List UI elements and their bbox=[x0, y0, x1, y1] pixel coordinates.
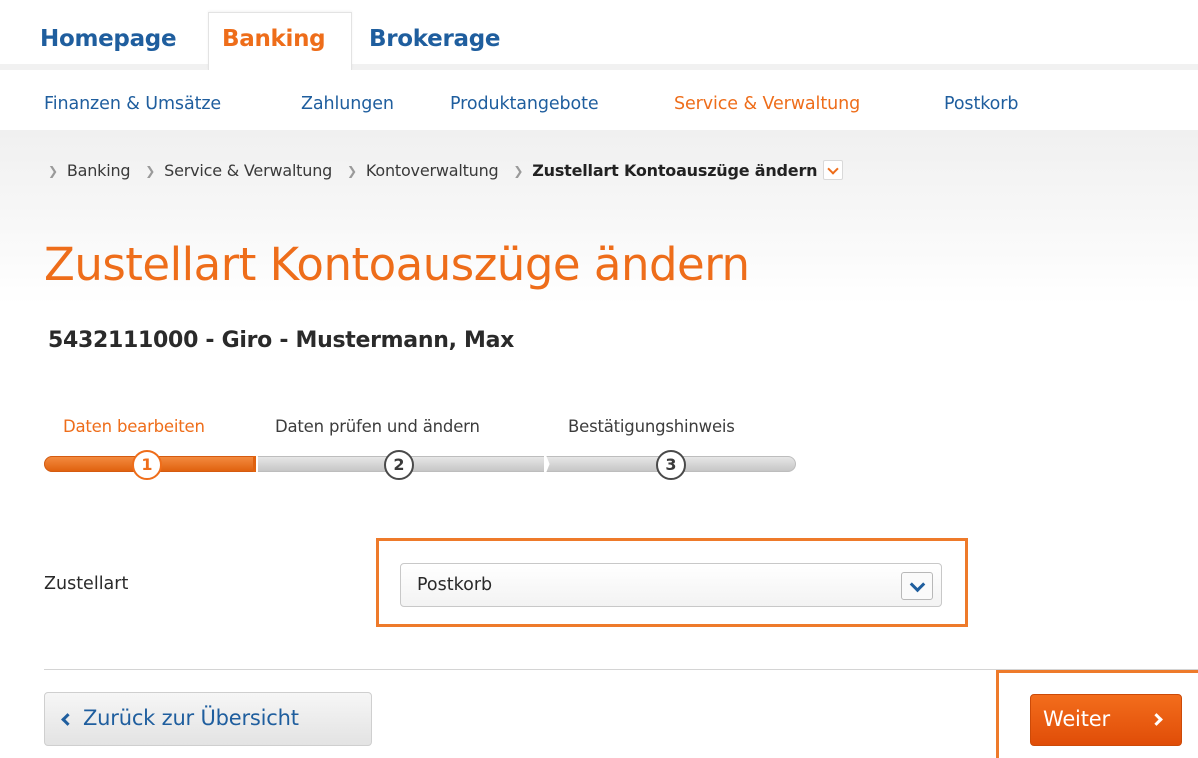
subnav-finanzen-umsaetze[interactable]: Finanzen & Umsätze bbox=[44, 94, 221, 114]
breadcrumb-separator-icon: ❯ bbox=[48, 164, 58, 178]
breadcrumb-item-banking[interactable]: Banking bbox=[67, 161, 131, 180]
step-1-label: Daten bearbeiten bbox=[63, 417, 205, 436]
step-2-label: Daten prüfen und ändern bbox=[275, 417, 480, 436]
breadcrumb-separator-icon: ❯ bbox=[347, 164, 357, 178]
subnav-postkorb[interactable]: Postkorb bbox=[944, 94, 1018, 114]
step-3-circle: 3 bbox=[656, 450, 686, 480]
step-3-label: Bestätigungshinweis bbox=[568, 417, 735, 436]
breadcrumb-item-kontoverwaltung[interactable]: Kontoverwaltung bbox=[366, 161, 499, 180]
subnav-service-verwaltung[interactable]: Service & Verwaltung bbox=[674, 94, 860, 114]
zustellart-selected-value: Postkorb bbox=[417, 575, 493, 595]
back-to-overview-button[interactable]: Zurück zur Übersicht bbox=[44, 692, 372, 746]
breadcrumb-separator-icon: ❯ bbox=[145, 164, 156, 178]
account-info: 5432111000 - Giro - Mustermann, Max bbox=[48, 328, 515, 353]
breadcrumb-item-service-verwaltung[interactable]: Service & Verwaltung bbox=[164, 161, 332, 180]
zustellart-label: Zustellart bbox=[44, 574, 129, 594]
tab-banking[interactable]: Banking bbox=[222, 26, 326, 52]
step-1-circle: 1 bbox=[132, 450, 162, 480]
chevron-right-icon bbox=[1150, 713, 1163, 726]
back-button-label: Zurück zur Übersicht bbox=[83, 706, 299, 730]
tab-homepage[interactable]: Homepage bbox=[40, 26, 177, 52]
chevron-down-icon[interactable] bbox=[823, 160, 844, 180]
tab-brokerage[interactable]: Brokerage bbox=[369, 26, 500, 52]
breadcrumb-separator-icon: ❯ bbox=[513, 164, 524, 178]
next-button[interactable]: Weiter bbox=[1030, 694, 1182, 746]
breadcrumb: ❯ Banking ❯ Service & Verwaltung ❯ Kontover… bbox=[48, 160, 844, 180]
subnav-produktangebote[interactable]: Produktangebote bbox=[450, 94, 599, 114]
next-button-label: Weiter bbox=[1043, 707, 1110, 731]
page-title: Zustellart Kontoauszüge ändern bbox=[44, 238, 750, 291]
sub-navigation: Finanzen & Umsätze Zahlungen Produktange… bbox=[0, 70, 1198, 130]
chevron-left-icon bbox=[61, 713, 74, 726]
main-tab-bar: Homepage Banking Brokerage bbox=[0, 0, 1198, 70]
step-2-circle: 2 bbox=[384, 450, 414, 480]
subnav-zahlungen[interactable]: Zahlungen bbox=[301, 94, 394, 114]
zustellart-select[interactable]: Postkorb bbox=[400, 563, 942, 607]
breadcrumb-current: Zustellart Kontoauszüge ändern bbox=[532, 161, 818, 180]
chevron-down-icon[interactable] bbox=[901, 572, 933, 600]
